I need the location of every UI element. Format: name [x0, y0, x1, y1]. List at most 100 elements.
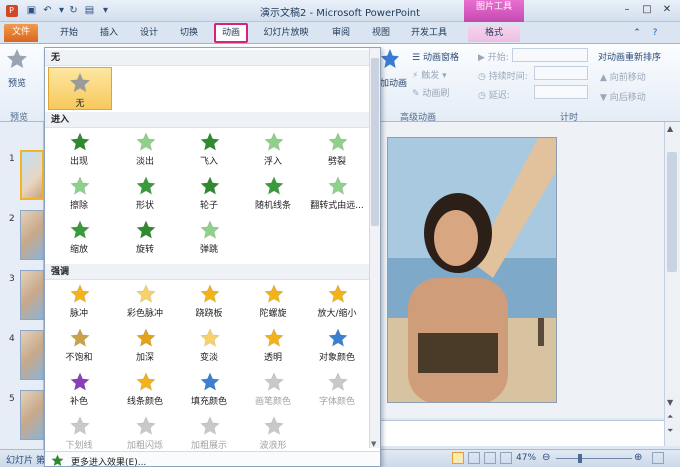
preview-star-icon[interactable] — [6, 48, 28, 70]
close-icon[interactable]: ✕ — [660, 3, 674, 17]
minimize-icon[interactable]: – — [620, 3, 634, 17]
emphasis-effect-item[interactable]: 透明 — [241, 325, 305, 365]
entrance-effect-item[interactable]: 浮入 — [241, 129, 305, 169]
animation-item-none[interactable]: 无 — [48, 67, 112, 110]
emphasis-effect-item[interactable]: 放大/缩小 — [305, 281, 369, 321]
emphasis-effect-item[interactable]: 变淡 — [177, 325, 241, 365]
entrance-effect-item[interactable]: 擦除 — [47, 173, 111, 213]
gallery-scrollbar-thumb[interactable] — [371, 58, 379, 226]
star-entrance-icon — [136, 220, 156, 239]
tab-review[interactable]: 审阅 — [324, 25, 358, 42]
zoom-slider[interactable] — [556, 458, 632, 459]
tab-file[interactable]: 文件 — [4, 24, 38, 42]
emphasis-effect-item[interactable]: 对象颜色 — [305, 325, 369, 365]
emphasis-effect-item[interactable]: 跷跷板 — [177, 281, 241, 321]
emphasis-effect-item[interactable]: 填充颜色 — [177, 369, 241, 409]
add-animation-star-icon[interactable] — [380, 48, 400, 70]
entrance-effect-item[interactable]: 出现 — [47, 129, 111, 169]
maximize-icon[interactable]: □ — [640, 3, 654, 17]
star-entrance-icon — [136, 176, 156, 195]
star-emphasis-icon — [264, 328, 284, 347]
entrance-effect-item[interactable]: 劈裂 — [305, 129, 369, 169]
duration-input[interactable] — [534, 66, 588, 80]
entrance-effect-item[interactable]: 随机线条 — [241, 173, 305, 213]
tab-developer[interactable]: 开发工具 — [404, 25, 454, 42]
emphasis-effect-item: 加粗闪烁 — [113, 413, 177, 453]
tab-slideshow[interactable]: 幻灯片放映 — [256, 25, 316, 42]
slide-number: 2 — [9, 214, 15, 224]
slide-picture[interactable] — [387, 137, 557, 403]
animation-pane-button[interactable]: ☰ 动画窗格 — [412, 50, 459, 63]
vertical-scrollbar[interactable]: ▲ ▼ ⏶ ⏷ — [664, 122, 680, 446]
star-entrance-icon — [136, 132, 156, 151]
delay-input[interactable] — [534, 85, 588, 99]
slide-thumbnail-1[interactable] — [20, 150, 44, 200]
star-entrance-icon — [200, 176, 220, 195]
entrance-effect-item[interactable]: 旋转 — [113, 217, 177, 257]
start-select[interactable] — [512, 48, 588, 62]
slide-sorter-icon[interactable] — [468, 452, 480, 464]
more-entrance-effects-button[interactable]: 更多进入效果(E)... — [45, 451, 380, 466]
star-entrance-icon — [70, 132, 90, 151]
zoom-in-icon[interactable]: ⊕ — [634, 452, 642, 463]
slide-thumbnail-3[interactable] — [20, 270, 44, 320]
animation-item-label: 字体颜色 — [318, 397, 355, 407]
slide-thumbnail-2[interactable] — [20, 210, 44, 260]
emphasis-effect-item[interactable]: 线条颜色 — [113, 369, 177, 409]
entrance-effect-item[interactable]: 形状 — [113, 173, 177, 213]
entrance-effect-item[interactable]: 翻转式由远... — [305, 173, 369, 213]
minimize-ribbon-icon[interactable]: ⌃ — [630, 25, 644, 42]
entrance-effect-item[interactable]: 淡出 — [113, 129, 177, 169]
preview-button-label[interactable]: 预览 — [8, 76, 26, 89]
help-icon[interactable]: ? — [648, 25, 662, 42]
tab-transitions[interactable]: 切换 — [172, 25, 206, 42]
next-slide-icon[interactable]: ⏷ — [667, 426, 673, 436]
painter-icon: ✎ — [412, 89, 420, 99]
slide-thumbnail-5[interactable] — [20, 390, 44, 440]
previous-slide-icon[interactable]: ⏶ — [667, 412, 673, 422]
entrance-effect-item[interactable]: 缩放 — [47, 217, 111, 257]
emphasis-effect-item[interactable]: 不饱和 — [47, 325, 111, 365]
gallery-scroll-down-icon[interactable]: ▼ — [371, 440, 376, 448]
play-icon: ▶ — [478, 53, 485, 63]
fit-to-window-icon[interactable] — [652, 452, 664, 464]
clock-icon: ◷ — [478, 72, 486, 82]
tab-design[interactable]: 设计 — [132, 25, 166, 42]
animation-item-label: 波浪形 — [259, 441, 287, 451]
move-later-button[interactable]: ▼ 向后移动 — [600, 90, 646, 103]
entrance-effect-item[interactable]: 弹跳 — [177, 217, 241, 257]
reading-view-icon[interactable] — [484, 452, 496, 464]
move-earlier-button[interactable]: ▲ 向前移动 — [600, 70, 646, 83]
normal-view-icon[interactable] — [452, 452, 464, 464]
tab-format[interactable]: 格式 — [468, 25, 520, 42]
context-tab-group-picture-tools: 图片工具 — [464, 0, 524, 22]
delay-label: ◷ 延迟: — [478, 91, 510, 101]
scroll-down-icon[interactable]: ▼ — [667, 398, 673, 407]
tab-view[interactable]: 视图 — [364, 25, 398, 42]
trigger-button[interactable]: ⚡ 触发 ▾ — [412, 68, 447, 81]
entrance-effect-item[interactable]: 轮子 — [177, 173, 241, 213]
slideshow-view-icon[interactable] — [500, 452, 512, 464]
emphasis-effect-item[interactable]: 加深 — [113, 325, 177, 365]
tab-insert[interactable]: 插入 — [92, 25, 126, 42]
zoom-out-icon[interactable]: ⊖ — [542, 452, 550, 463]
tab-animations[interactable]: 动画 — [214, 23, 248, 43]
animation-painter-button[interactable]: ✎ 动画刷 — [412, 86, 449, 99]
emphasis-effect-item[interactable]: 脉冲 — [47, 281, 111, 321]
slide-thumbnail-pane: 1 2 3 4 5 — [0, 122, 44, 452]
scrollbar-thumb[interactable] — [667, 152, 677, 272]
zoom-slider-thumb[interactable] — [578, 454, 582, 463]
add-animation-label[interactable]: 加动画 — [380, 76, 407, 89]
slide-thumbnail-4[interactable] — [20, 330, 44, 380]
emphasis-effect-item[interactable]: 彩色脉冲 — [113, 281, 177, 321]
tab-home[interactable]: 开始 — [52, 25, 86, 42]
animation-item-label: 下划线 — [65, 441, 93, 451]
animation-item-label: 线条颜色 — [126, 397, 163, 407]
entrance-effect-item[interactable]: 飞入 — [177, 129, 241, 169]
emphasis-effect-item[interactable]: 补色 — [47, 369, 111, 409]
zoom-level[interactable]: 47% — [516, 453, 536, 463]
clock-icon: ◷ — [478, 91, 486, 101]
notes-pane[interactable] — [378, 420, 664, 446]
emphasis-effect-item[interactable]: 陀螺旋 — [241, 281, 305, 321]
scroll-up-icon[interactable]: ▲ — [667, 124, 673, 133]
